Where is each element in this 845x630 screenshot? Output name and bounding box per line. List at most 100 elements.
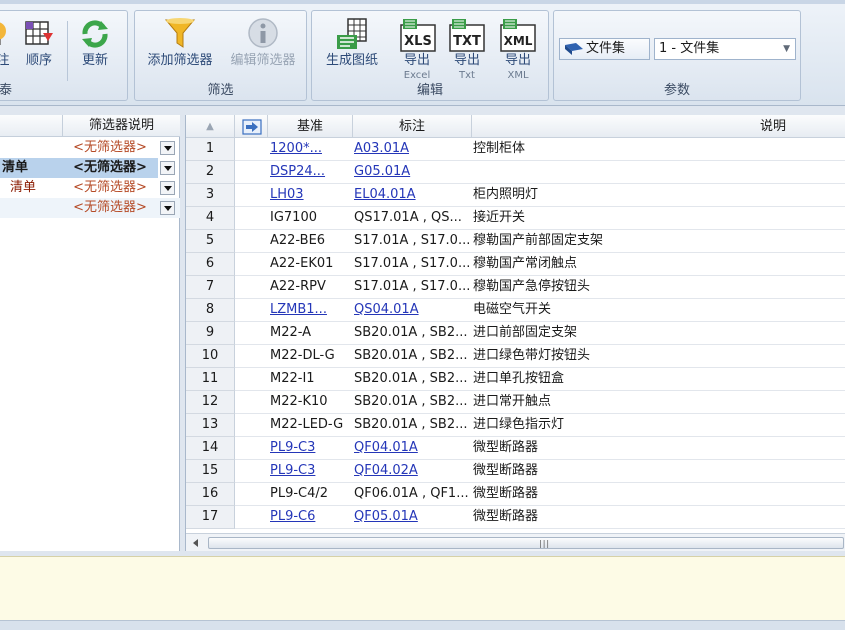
base-link[interactable]: PL9-C3 (270, 460, 352, 482)
row-number[interactable]: 6 (186, 253, 235, 276)
sort-indicator-header[interactable]: ▲ (186, 115, 235, 138)
fileset-icon (565, 43, 583, 55)
row-number[interactable]: 12 (186, 391, 235, 414)
ribbon-group-edit: 生成图纸 XLS 导出 Excel TXT 导出 Txt XML 导出 XML … (311, 10, 549, 101)
mark-cell: S17.01A , S17.0... (354, 279, 471, 294)
base-link[interactable]: PL9-C6 (270, 506, 352, 528)
table-row[interactable]: 12 M22-K10 SB20.01A , SB2... 进口常开触点 (186, 391, 845, 414)
sort-grid-icon (25, 21, 53, 45)
fileset-button-label: 文件集 (586, 41, 626, 56)
base-link[interactable]: DSP24... (270, 161, 352, 183)
table-row[interactable]: 17 PL9-C6 QF05.01A 微型断路器 (186, 506, 845, 529)
table-row[interactable]: 11 M22-I1 SB20.01A , SB2... 进口单孔按钮盒 (186, 368, 845, 391)
row-number[interactable]: 17 (186, 506, 235, 529)
fileset-select[interactable]: 1 - 文件集 ▼ (654, 38, 796, 60)
row-number[interactable]: 2 (186, 161, 235, 184)
ribbon-toolbar: 注 顺序 更新 泰 添加筛选器 编辑筛选器 筛选 生成图纸 XLS 导出 Exc… (0, 0, 845, 106)
filter-desc-column-header[interactable]: 筛选器说明 (62, 115, 180, 137)
desc-cell: 控制柜体 (473, 141, 526, 156)
mark-link[interactable]: QF04.01A (354, 437, 472, 459)
mark-link[interactable]: A03.01A (354, 138, 472, 160)
row-number[interactable]: 8 (186, 299, 235, 322)
row-number[interactable]: 11 (186, 368, 235, 391)
bom-grid: ▲ 基准 标注 说明 1 1200*... A03.01A 控制柜体 2 DSP24...… (185, 115, 845, 551)
ribbon-group-params: 文件集 1 - 文件集 ▼ 参数 (553, 10, 801, 101)
scroll-left-icon[interactable] (193, 539, 198, 547)
group-label-params: 参数 (663, 83, 690, 98)
table-row[interactable]: 3 LH03 EL04.01A 柜内照明灯 (186, 184, 845, 207)
table-row[interactable]: 7 A22-RPV S17.01A , S17.0... 穆勒国产急停按钮头 (186, 276, 845, 299)
table-row[interactable]: 14 PL9-C3 QF04.01A 微型断路器 (186, 437, 845, 460)
row-number[interactable]: 15 (186, 460, 235, 483)
mark-cell: SB20.01A , SB2... (354, 417, 468, 432)
filter-dropdown-button[interactable] (160, 141, 175, 155)
filter-list-row[interactable]: 清单 <无筛选器> (0, 158, 180, 178)
desc-cell: 穆勒国产急停按钮头 (473, 279, 591, 294)
svg-text:XLS: XLS (404, 34, 432, 49)
desc-cell: 穆勒国产常闭触点 (473, 256, 578, 271)
table-row[interactable]: 4 IG7100 QS17.01A , QS... 接近开关 (186, 207, 845, 230)
table-row[interactable]: 5 A22-BE6 S17.01A , S17.0... 穆勒国产前部固定支架 (186, 230, 845, 253)
desc-cell: 微型断路器 (473, 509, 539, 524)
filter-list-row[interactable]: <无筛选器> (0, 198, 180, 218)
mark-cell: S17.01A , S17.0... (354, 233, 471, 248)
filter-list-row[interactable]: 清单 <无筛选器> (0, 178, 180, 198)
base-cell: M22-I1 (270, 371, 315, 386)
svg-text:XML: XML (504, 34, 533, 48)
row-number[interactable]: 7 (186, 276, 235, 299)
fileset-button[interactable]: 文件集 (559, 38, 650, 60)
base-link[interactable]: PL9-C3 (270, 437, 352, 459)
base-link[interactable]: LH03 (270, 184, 352, 206)
base-column-header[interactable]: 基准 (268, 115, 353, 138)
mark-link[interactable]: QF05.01A (354, 506, 472, 528)
mark-cell: QF06.01A , QF1... (354, 486, 469, 501)
table-row[interactable]: 13 M22-LED-G SB20.01A , SB2... 进口绿色指示灯 (186, 414, 845, 437)
filter-row-name: 清单 (0, 158, 62, 178)
row-number[interactable]: 14 (186, 437, 235, 460)
desc-cell: 进口常开触点 (473, 394, 552, 409)
row-number[interactable]: 9 (186, 322, 235, 345)
table-row[interactable]: 8 LZMB1... QS04.01A 电磁空气开关 (186, 299, 845, 322)
base-link[interactable]: LZMB1... (270, 299, 352, 321)
mark-cell: SB20.01A , SB2... (354, 348, 468, 363)
base-link[interactable]: 1200*... (270, 138, 352, 160)
table-row[interactable]: 9 M22-A SB20.01A , SB2... 进口前部固定支架 (186, 322, 845, 345)
filter-dropdown-button[interactable] (160, 181, 175, 195)
base-cell: M22-A (270, 325, 312, 340)
table-row[interactable]: 1 1200*... A03.01A 控制柜体 (186, 138, 845, 161)
export-excel-sublabel: Excel (403, 70, 431, 81)
table-row[interactable]: 6 A22-EK01 S17.01A , S17.0... 穆勒国产常闭触点 (186, 253, 845, 276)
table-row[interactable]: 16 PL9-C4/2 QF06.01A , QF1... 微型断路器 (186, 483, 845, 506)
filter-list-row[interactable]: <无筛选器> (0, 138, 180, 158)
row-number[interactable]: 1 (186, 138, 235, 161)
filter-dropdown-button[interactable] (160, 201, 175, 215)
table-row[interactable]: 15 PL9-C3 QF04.02A 微型断路器 (186, 460, 845, 483)
row-action-header[interactable] (235, 115, 268, 138)
horizontal-scrollbar[interactable]: ||| (186, 533, 845, 551)
sort-up-icon: ▲ (206, 121, 214, 132)
row-number[interactable]: 5 (186, 230, 235, 253)
row-number[interactable]: 3 (186, 184, 235, 207)
table-row[interactable]: 2 DSP24... G05.01A (186, 161, 845, 184)
group-label-filter: 筛选 (207, 83, 234, 98)
scrollbar-thumb[interactable]: ||| (208, 537, 844, 549)
row-number[interactable]: 13 (186, 414, 235, 437)
row-number[interactable]: 10 (186, 345, 235, 368)
partial-button-label: 注 (0, 53, 10, 68)
mark-link[interactable]: QS04.01A (354, 299, 472, 321)
row-number[interactable]: 16 (186, 483, 235, 506)
mark-link[interactable]: QF04.02A (354, 460, 472, 482)
mark-link[interactable]: G05.01A (354, 161, 472, 183)
row-number[interactable]: 4 (186, 207, 235, 230)
txt-file-icon: TXT (449, 19, 485, 52)
mark-link[interactable]: EL04.01A (354, 184, 472, 206)
filter-dropdown-button[interactable] (160, 161, 175, 175)
desc-cell: 柜内照明灯 (473, 187, 539, 202)
mark-column-header[interactable]: 标注 (353, 115, 472, 138)
mark-cell: S17.01A , S17.0... (354, 256, 471, 271)
table-row[interactable]: 10 M22-DL-G SB20.01A , SB2... 进口绿色带灯按钮头 (186, 345, 845, 368)
generate-drawing-label: 生成图纸 (325, 53, 378, 68)
desc-column-header[interactable]: 说明 (472, 115, 845, 138)
chevron-down-icon: ▼ (783, 44, 790, 54)
desc-cell: 进口前部固定支架 (473, 325, 578, 340)
